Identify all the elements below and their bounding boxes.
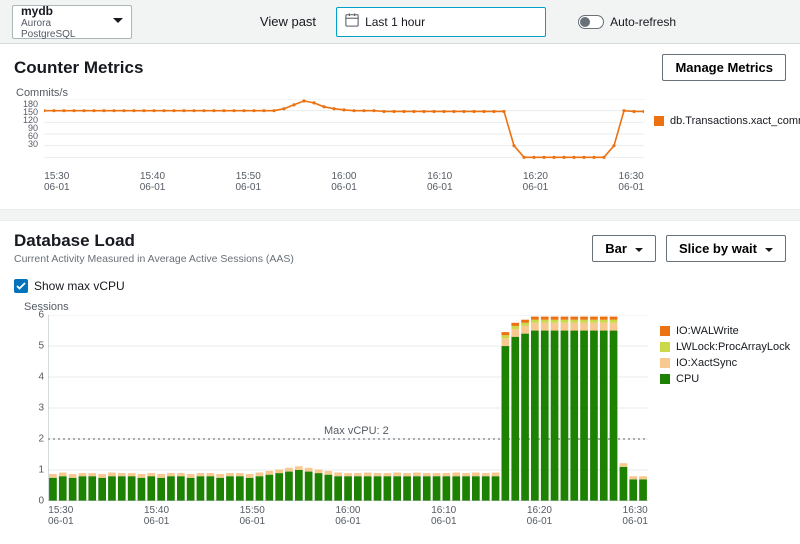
database-load-subtitle: Current Activity Measured in Average Act… — [14, 253, 294, 265]
legend-item: IO:XactSync — [660, 357, 790, 369]
slice-by-selector[interactable]: Slice by wait — [666, 235, 786, 262]
database-load-section: Database Load Current Activity Measured … — [0, 221, 800, 541]
chart-type-selector[interactable]: Bar — [592, 235, 656, 262]
max-vcpu-label: Max vCPU: 2 — [324, 425, 389, 437]
database-load-title: Database Load — [14, 231, 294, 251]
calendar-icon — [345, 13, 359, 30]
db-name: mydb — [21, 4, 107, 18]
legend-text: IO:XactSync — [676, 357, 737, 369]
load-xaxis: 15:3006-0115:4006-0115:5006-0116:0006-01… — [48, 505, 648, 527]
view-past-label: View past — [260, 14, 316, 29]
time-range-selector[interactable]: Last 1 hour — [336, 7, 546, 37]
load-legend: IO:WALWrite LWLock:ProcArrayLock IO:XactSy… — [660, 325, 790, 389]
toggle-switch-icon — [578, 15, 604, 29]
time-range-value: Last 1 hour — [365, 15, 425, 29]
legend-item: CPU — [660, 373, 790, 385]
load-chart-panel: Sessions 0123456 Max vCPU: 2 15:3006-011… — [14, 301, 786, 541]
db-engine: Aurora PostgreSQL — [21, 18, 107, 40]
show-max-vcpu-label: Show max vCPU — [34, 279, 125, 293]
top-bar: mydb Aurora PostgreSQL View past Last 1 … — [0, 0, 800, 44]
counter-chart-panel: Commits/s 180150120906030 db.Transaction… — [14, 87, 786, 203]
auto-refresh-toggle[interactable]: Auto-refresh — [578, 15, 676, 29]
legend-text: LWLock:ProcArrayLock — [676, 341, 790, 353]
legend-text: CPU — [676, 373, 699, 385]
legend-text: IO:WALWrite — [676, 325, 739, 337]
load-bar-chart — [48, 315, 648, 501]
legend-swatch — [660, 342, 670, 352]
load-yaxis: 0123456 — [28, 315, 44, 501]
counter-metrics-title: Counter Metrics — [14, 58, 143, 78]
chart-type-label: Bar — [605, 241, 627, 256]
caret-down-icon — [765, 241, 773, 256]
legend-item: IO:WALWrite — [660, 325, 790, 337]
counter-xaxis: 15:3006-0115:4006-0115:5006-0116:0006-01… — [44, 171, 644, 193]
slice-by-label: Slice by wait — [679, 241, 757, 256]
legend-swatch — [660, 374, 670, 384]
show-max-vcpu-checkbox[interactable]: Show max vCPU — [14, 279, 786, 293]
counter-legend: db.Transactions.xact_commit.avg — [654, 115, 800, 127]
caret-down-icon — [635, 241, 643, 256]
checkbox-checked-icon — [14, 279, 28, 293]
manage-metrics-button[interactable]: Manage Metrics — [662, 54, 786, 81]
legend-swatch — [660, 358, 670, 368]
caret-down-icon — [113, 18, 123, 24]
load-ylabel: Sessions — [24, 301, 69, 313]
counter-yaxis: 180150120906030 — [20, 101, 38, 149]
database-selector[interactable]: mydb Aurora PostgreSQL — [12, 5, 132, 39]
legend-swatch — [660, 326, 670, 336]
auto-refresh-label: Auto-refresh — [610, 15, 676, 29]
counter-ylabel: Commits/s — [16, 87, 68, 99]
legend-swatch — [654, 116, 664, 126]
section-divider — [0, 209, 800, 221]
counter-line-chart — [44, 99, 644, 169]
counter-legend-text: db.Transactions.xact_commit.avg — [670, 115, 800, 127]
counter-metrics-section: Counter Metrics Manage Metrics Commits/s… — [0, 44, 800, 209]
legend-item: LWLock:ProcArrayLock — [660, 341, 790, 353]
